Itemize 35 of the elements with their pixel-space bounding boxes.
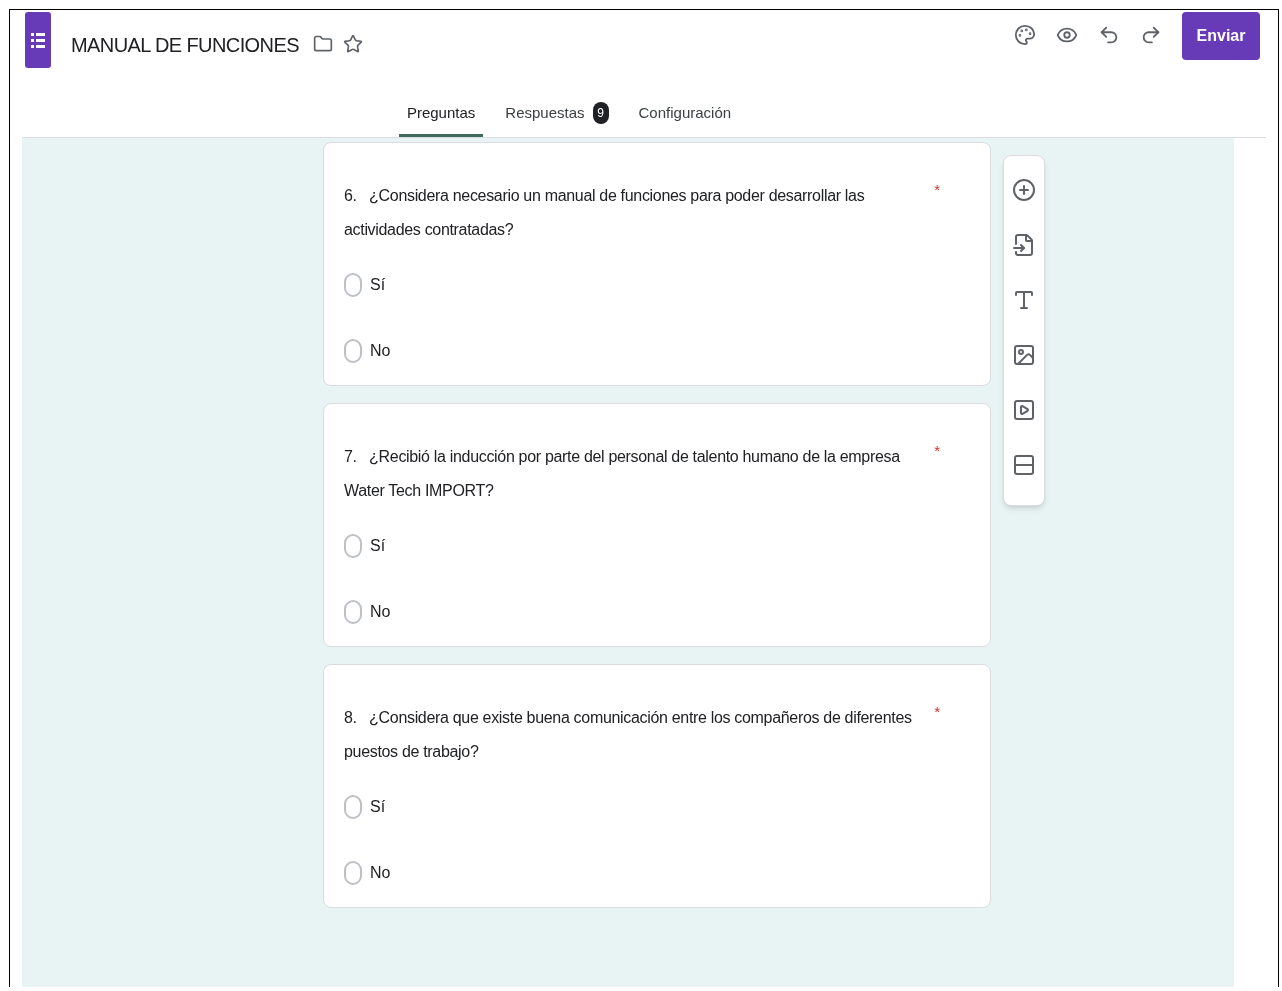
star-icon[interactable]	[342, 34, 363, 54]
option-label: No	[370, 602, 391, 622]
question-text: 6. ¿Considera necesario un manual de funciones para poder desarrollar las actividades contratadas?	[344, 186, 866, 240]
radio-button[interactable]	[344, 534, 362, 558]
redo-icon[interactable]	[1140, 24, 1162, 46]
required-mark: *	[934, 180, 940, 200]
question-text: 8. ¿Considera que existe buena comunicación entre los compañeros de diferentes puestos de trabajo?	[344, 708, 913, 762]
forms-logo-icon[interactable]	[25, 12, 51, 68]
add-question-icon[interactable]	[1012, 178, 1036, 202]
radio-button[interactable]	[344, 273, 362, 297]
folder-icon[interactable]	[312, 34, 333, 54]
tab[interactable]: Configuración	[630, 101, 740, 137]
title-text-icon[interactable]	[1012, 288, 1036, 312]
response-count-badge: 9	[592, 101, 609, 124]
undo-icon[interactable]	[1098, 24, 1120, 46]
palette-icon[interactable]	[1014, 24, 1036, 46]
option-label: Sí	[370, 797, 386, 817]
radio-button[interactable]	[344, 600, 362, 624]
option-label: Sí	[370, 536, 386, 556]
video-icon[interactable]	[1012, 398, 1036, 422]
radio-button[interactable]	[344, 861, 362, 885]
import-questions-icon[interactable]	[1012, 233, 1036, 257]
option-label: Sí	[370, 275, 386, 295]
required-mark: *	[934, 702, 940, 722]
section-icon[interactable]	[1012, 453, 1036, 477]
option-label: No	[370, 863, 391, 883]
radio-button[interactable]	[344, 795, 362, 819]
tab[interactable]: Respuestas 9	[497, 101, 617, 137]
form-title[interactable]: MANUAL DE FUNCIONES	[71, 30, 299, 60]
question-text: 7. ¿Recibió la inducción por parte del personal de talento humano de la empresa Water Tech IMPORT?	[344, 447, 901, 501]
image-icon[interactable]	[1012, 343, 1036, 367]
required-mark: *	[934, 441, 940, 461]
send-button[interactable]: Enviar	[1182, 12, 1260, 60]
radio-button[interactable]	[344, 339, 362, 363]
option-label: No	[370, 341, 391, 361]
